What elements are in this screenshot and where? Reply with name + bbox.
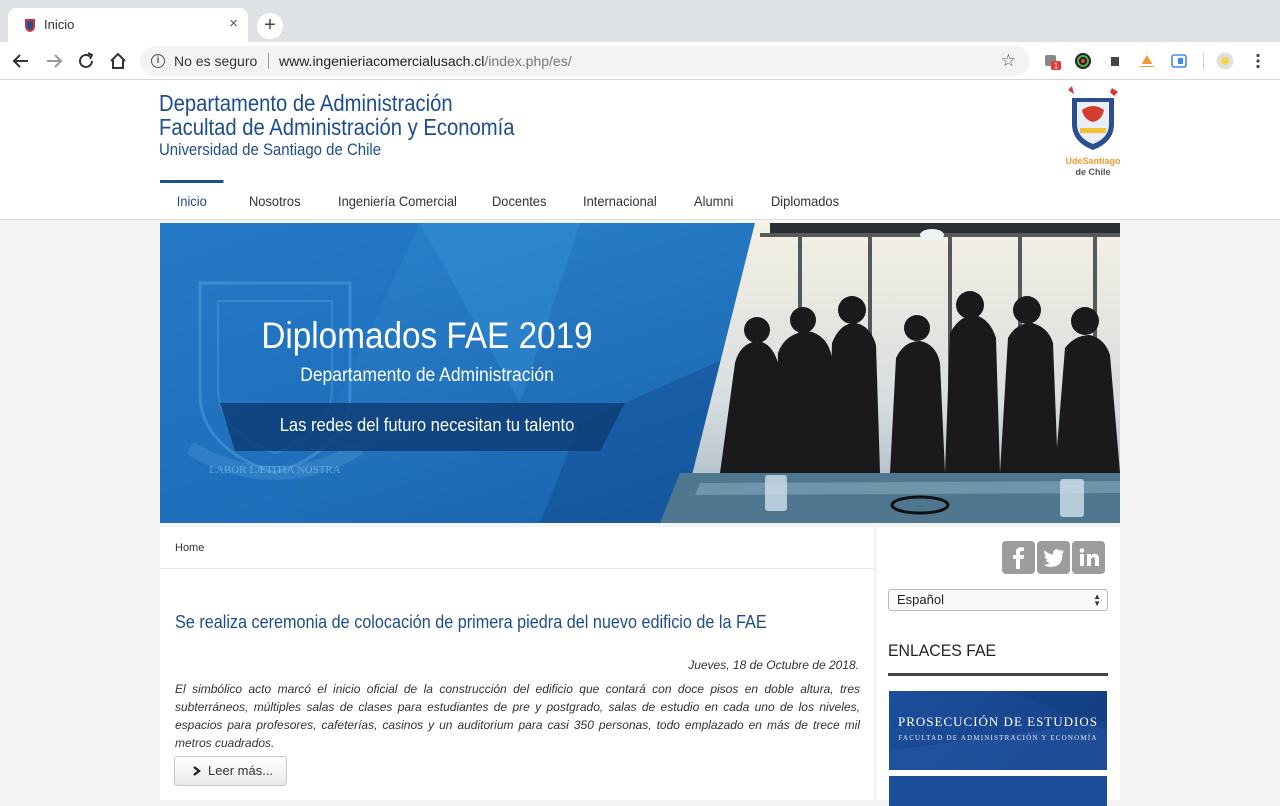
university-name[interactable]: Universidad de Santiago de Chile [159,140,381,160]
browser-tabstrip: Inicio × + [0,0,1280,42]
second-link-banner[interactable] [889,776,1107,806]
article-title[interactable]: Se realiza ceremonia de colocación de pr… [175,612,767,633]
language-selected-value: Español [897,592,944,607]
address-bar[interactable]: i No es seguro www.ingenieriacomercialus… [140,46,1030,76]
site-header: Departamento de Administración Facultad … [0,80,1280,220]
profile-avatar-icon[interactable] [1216,52,1234,70]
triangle-extension-icon[interactable] [1138,52,1156,70]
site-favicon-icon [25,19,35,32]
nav-nosotros[interactable]: Nosotros [249,180,301,220]
crest-motto: LABOR LÆTITIA NOSTRA [209,464,340,476]
web-page: Departamento de Administración Facultad … [0,80,1280,806]
read-more-button[interactable]: Leer más... [174,756,287,786]
home-icon[interactable] [107,50,129,72]
nav-diplomados[interactable]: Diplomados [771,180,839,220]
hero-banner[interactable]: LABOR LÆTITIA NOSTRA Diplomados FAE 2019… [160,223,1120,523]
forward-icon[interactable] [43,50,65,72]
linkedin-icon[interactable] [1072,541,1105,574]
breadcrumb-home[interactable]: Home [175,542,204,554]
article-date: Jueves, 18 de Octubre de 2018. [688,658,859,672]
info-icon[interactable]: i [151,54,165,68]
breadcrumb-divider [160,568,874,569]
extension-puzzle-icon[interactable]: 1 [1043,52,1061,70]
browser-toolbar: i No es seguro www.ingenieriacomercialus… [0,42,1280,80]
sidebar: Español ▲ ▼ ENLACES FAE PROSECUCIÓN DE ES… [877,527,1120,806]
links-heading: ENLACES FAE [888,641,997,660]
color-wheel-icon[interactable] [1074,52,1092,70]
nav-alumni[interactable]: Alumni [694,180,733,220]
clipboard-icon[interactable] [1106,52,1124,70]
nav-internacional[interactable]: Internacional [583,180,657,220]
new-tab-button[interactable]: + [257,13,283,39]
url-path: /index.php/es/ [484,53,572,69]
banner-tagline: Las redes del futuro necesitan tu talent… [279,415,575,435]
menu-kebab-icon[interactable] [1249,52,1267,70]
logo-text-dechile: de Chile [1075,167,1110,177]
omnibox-divider [268,53,269,69]
toolbar-divider [1203,53,1204,69]
article-body: El simbólico acto marcó el inicio oficia… [175,682,860,750]
nav-ingenieria-comercial[interactable]: Ingeniería Comercial [338,180,457,220]
faculty-name[interactable]: Facultad de Administración y Economía [159,114,515,141]
banner-title: Diplomados FAE 2019 [261,315,593,356]
banner-subtitle: Departamento de Administración [300,365,554,386]
language-select[interactable]: Español ▲ ▼ [888,589,1108,611]
usach-logo[interactable]: UdeSantiago de Chile [1062,84,1124,182]
department-name[interactable]: Departamento de Administración [159,90,453,117]
reload-icon[interactable] [75,50,97,72]
prosecucion-title: PROSECUCIÓN DE ESTUDIOS [898,714,1098,729]
back-icon[interactable] [10,50,32,72]
browser-tab[interactable]: Inicio × [8,8,248,42]
read-more-label: Leer más... [208,763,274,778]
tab-close-icon[interactable]: × [229,15,238,32]
bookmark-star-icon[interactable]: ☆ [1001,51,1016,71]
links-heading-rule [888,673,1108,676]
tab-title: Inicio [44,17,75,32]
facebook-icon[interactable] [1002,541,1035,574]
url-host: www.ingenieriacomercialusach.cl [279,53,485,69]
twitter-icon[interactable] [1037,541,1070,574]
chevron-right-icon [193,766,201,776]
nav-docentes[interactable]: Docentes [492,180,546,220]
security-status[interactable]: No es seguro [174,53,257,69]
select-arrows-icon: ▲ ▼ [1093,592,1101,608]
extension-badge: 1 [1054,62,1059,71]
translate-extension-icon[interactable] [1170,52,1188,70]
logo-text-udesantiago: UdeSantiago [1065,156,1121,166]
prosecucion-subtitle: FACULTAD DE ADMINISTRACIÓN Y ECONOMÍA [898,734,1098,742]
main-content: Home Se realiza ceremonia de colocación … [160,527,874,800]
url-text[interactable]: www.ingenieriacomercialusach.cl/index.ph… [279,53,572,69]
banner-pattern [889,691,1107,770]
nav-inicio[interactable]: Inicio [160,180,224,220]
prosecucion-estudios-banner[interactable]: PROSECUCIÓN DE ESTUDIOS FACULTAD DE ADMI… [889,691,1107,770]
